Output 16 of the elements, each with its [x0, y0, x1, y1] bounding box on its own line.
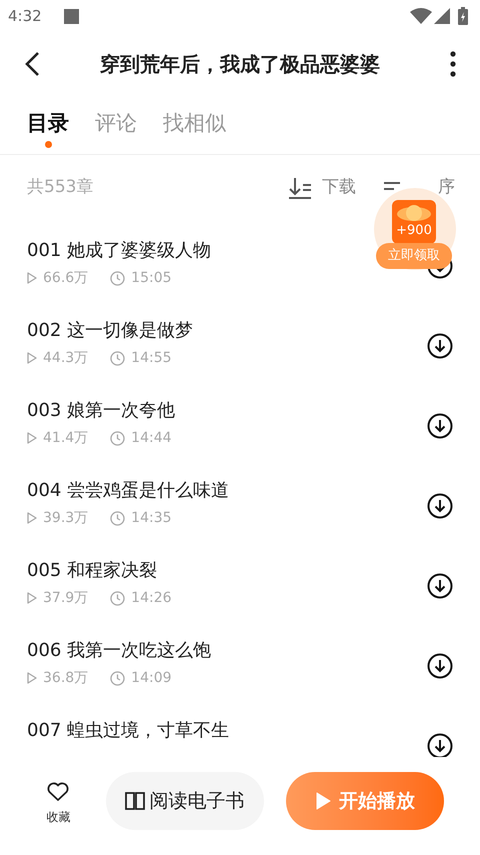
status-time: 4:32 [8, 6, 42, 27]
book-title: 穿到荒年后，我成了极品恶婆婆 [99, 51, 381, 78]
play-count: 41.4万 [43, 429, 88, 447]
play-count: 37.9万 [43, 589, 88, 607]
duration: 14:09 [131, 669, 172, 687]
duration: 14:44 [131, 429, 172, 447]
chapter-count: 共553章 [27, 176, 94, 200]
play-count: 44.3万 [43, 349, 88, 367]
duration: 14:26 [131, 589, 172, 607]
duration: 14:35 [131, 509, 172, 527]
play-count: 39.3万 [43, 509, 88, 527]
play-count: 36.8万 [43, 669, 88, 687]
play-count: 66.6万 [43, 269, 88, 287]
reward-amount: +900 [396, 222, 432, 240]
duration: 15:05 [131, 269, 172, 287]
duration: 14:55 [131, 349, 172, 367]
